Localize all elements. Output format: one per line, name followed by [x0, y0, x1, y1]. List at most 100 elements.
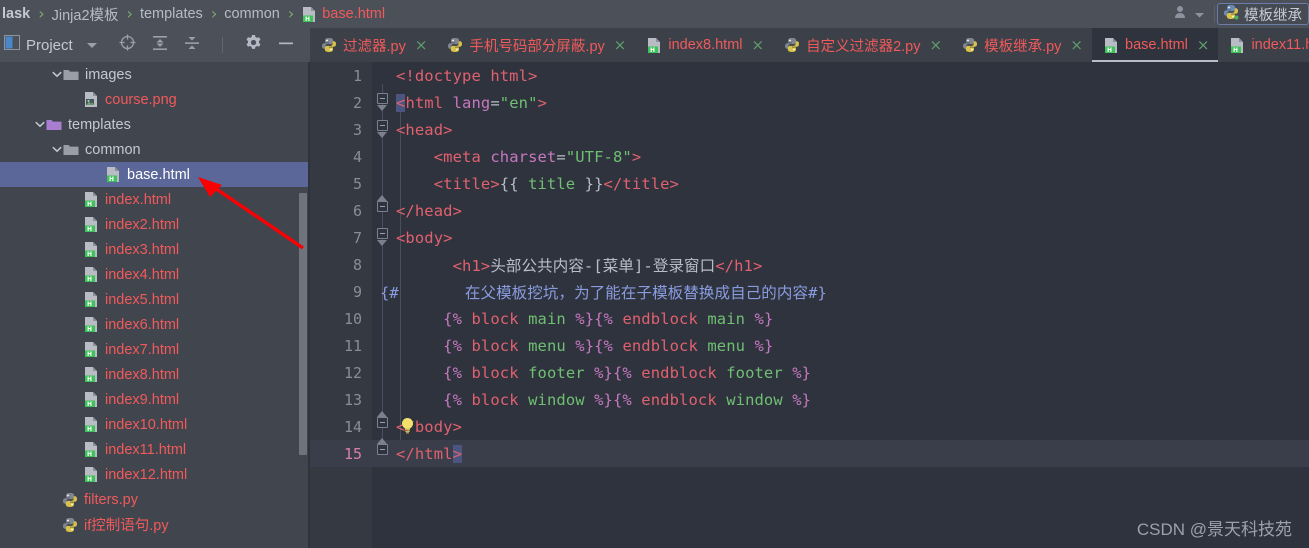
collapse-all-icon[interactable]: [184, 35, 200, 56]
breadcrumb-item-templates[interactable]: templates: [140, 0, 203, 28]
close-icon[interactable]: ×: [1197, 37, 1210, 53]
close-icon[interactable]: ×: [752, 37, 765, 53]
close-icon[interactable]: ×: [614, 37, 627, 53]
fold-marker-line7[interactable]: [377, 228, 388, 239]
html-file-icon: H: [105, 166, 121, 183]
breadcrumb-item-base-html[interactable]: H base.html: [301, 0, 385, 28]
code-line-3[interactable]: 3 <head>: [310, 116, 1309, 143]
tree-item-index11-html[interactable]: H index11.html: [0, 437, 310, 462]
folder-purple-icon: [46, 118, 62, 131]
tree-item-index9-html[interactable]: H index9.html: [0, 387, 310, 412]
code-text: <h1>头部公共内容-[菜单]-登录窗口</h1>: [452, 256, 763, 275]
html-file-icon: H: [83, 366, 99, 383]
expand-all-icon[interactable]: [152, 35, 168, 56]
tree-item-common[interactable]: common: [0, 137, 310, 162]
tree-item-index6-html[interactable]: H index6.html: [0, 312, 310, 337]
line-number: 7: [352, 228, 362, 247]
tab-base-html[interactable]: H base.html ×: [1092, 28, 1219, 62]
locate-target-icon[interactable]: [119, 34, 136, 56]
tree-item-index2-html[interactable]: H index2.html: [0, 212, 310, 237]
code-line-10[interactable]: 10 {% block main %}{% endblock main %}: [310, 305, 1309, 332]
tree-item-label: index10.html: [105, 416, 188, 433]
tree-item-label: filters.py: [84, 491, 138, 508]
fold-marker-line3[interactable]: [377, 120, 388, 131]
tree-vertical-scrollbar[interactable]: [299, 193, 307, 455]
tree-item-templates[interactable]: templates: [0, 112, 310, 137]
tab-shoujihaoma-py[interactable]: 手机号码部分屏蔽.py ×: [436, 28, 635, 62]
line-number: 12: [343, 363, 362, 382]
tree-item-index-html[interactable]: H index.html: [0, 187, 310, 212]
tab-index11-html[interactable]: H index11.ht: [1218, 28, 1309, 62]
line-number: 1: [352, 66, 362, 85]
code-line-7[interactable]: 7 <body>: [310, 224, 1309, 251]
run-configuration-selector[interactable]: 模板继承: [1217, 3, 1309, 25]
hide-minimize-icon[interactable]: [278, 35, 294, 56]
fold-arrow-up-icon: [377, 411, 387, 417]
html-file-icon: H: [83, 216, 99, 233]
close-icon[interactable]: ×: [930, 37, 943, 53]
tree-item-filters-py[interactable]: filters.py: [0, 487, 310, 512]
fold-arrow-down-icon: [377, 132, 387, 138]
breadcrumb-item-jinja2[interactable]: Jinja2模板: [52, 0, 119, 28]
tree-item-label: if控制语句.py: [84, 518, 169, 534]
code-line-4[interactable]: 4 <meta charset="UTF-8">: [310, 143, 1309, 170]
people-button[interactable]: [1166, 0, 1212, 28]
fold-marker-line6[interactable]: [377, 201, 388, 212]
code-line-13[interactable]: 13 {% block window %}{% endblock window …: [310, 386, 1309, 413]
svg-text:H: H: [305, 16, 310, 23]
code-line-12[interactable]: 12 {% block footer %}{% endblock footer …: [310, 359, 1309, 386]
line-number: 13: [343, 390, 362, 409]
intention-bulb-icon[interactable]: [400, 417, 414, 434]
tree-item-images[interactable]: images: [0, 62, 310, 87]
close-icon[interactable]: ×: [1070, 37, 1083, 53]
tree-item-index3-html[interactable]: H index3.html: [0, 237, 310, 262]
run-configuration-label: 模板继承: [1244, 7, 1302, 24]
breadcrumb-item-project[interactable]: lask: [2, 0, 30, 28]
tree-item-index12-html[interactable]: H index12.html: [0, 462, 310, 487]
code-line-14[interactable]: 14 </body>: [310, 413, 1309, 440]
chevron-down-icon[interactable]: [33, 121, 46, 128]
code-line-5[interactable]: 5 <title>{{ title }}</title>: [310, 170, 1309, 197]
code-line-1[interactable]: 1 <!doctype html>: [310, 62, 1309, 89]
tree-item-label: templates: [68, 116, 131, 133]
chevron-down-icon[interactable]: [86, 36, 97, 54]
settings-gear-icon[interactable]: [245, 34, 262, 56]
fold-marker-line14[interactable]: [377, 417, 388, 428]
code-line-9[interactable]: 9 {# 在父模板挖坑，为了能在子模板替换成自己的内容#}: [310, 278, 1309, 305]
tab-index8-html[interactable]: H index8.html ×: [635, 28, 773, 62]
svg-text:H: H: [1107, 47, 1112, 54]
code-line-8[interactable]: 8 <h1>头部公共内容-[菜单]-登录窗口</h1>: [310, 251, 1309, 278]
tree-item-index8-html[interactable]: H index8.html: [0, 362, 310, 387]
tree-item-index10-html[interactable]: H index10.html: [0, 412, 310, 437]
html-file-icon: H: [83, 291, 99, 308]
tab-mobanjicheng-py[interactable]: 模板继承.py ×: [951, 28, 1092, 62]
breadcrumb-item-common[interactable]: common: [224, 0, 280, 28]
tab-guolvqi-py[interactable]: 过滤器.py ×: [310, 28, 436, 62]
breadcrumb: lask › Jinja2模板 › templates › common › H…: [0, 0, 1309, 28]
chevron-down-icon[interactable]: [50, 71, 63, 78]
code-line-11[interactable]: 11 {% block menu %}{% endblock menu %}: [310, 332, 1309, 359]
svg-text:H: H: [87, 376, 92, 383]
code-line-2[interactable]: 2 <html lang="en">: [310, 89, 1309, 116]
tree-item-index4-html[interactable]: H index4.html: [0, 262, 310, 287]
fold-marker-line15[interactable]: [377, 444, 388, 455]
html-file-icon: H: [83, 341, 99, 358]
toolbar-divider: [1214, 5, 1215, 23]
tab-zidingyi-guolvqi2-py[interactable]: 自定义过滤器2.py ×: [773, 28, 951, 62]
tree-item-index7-html[interactable]: H index7.html: [0, 337, 310, 362]
code-editor[interactable]: 1 <!doctype html> 2 <html lang="en"> 3 <…: [310, 62, 1309, 548]
html-file-icon: H: [83, 316, 99, 333]
tree-item-course-png[interactable]: course.png: [0, 87, 310, 112]
tree-item-base-html[interactable]: H base.html: [0, 162, 310, 187]
line-number: 9: [352, 282, 362, 301]
close-icon[interactable]: ×: [415, 37, 428, 53]
project-file-tree[interactable]: images course.png templates common H bas…: [0, 62, 310, 548]
code-text: </head>: [396, 201, 463, 220]
tree-item-if-control-py[interactable]: if控制语句.py: [0, 512, 310, 537]
breadcrumb-separator-icon: ›: [38, 4, 45, 23]
tree-item-index5-html[interactable]: H index5.html: [0, 287, 310, 312]
code-line-6[interactable]: 6 </head>: [310, 197, 1309, 224]
chevron-down-icon[interactable]: [50, 146, 63, 153]
fold-marker-line2[interactable]: [377, 93, 388, 104]
code-line-15[interactable]: 15 </html>: [310, 440, 1309, 467]
